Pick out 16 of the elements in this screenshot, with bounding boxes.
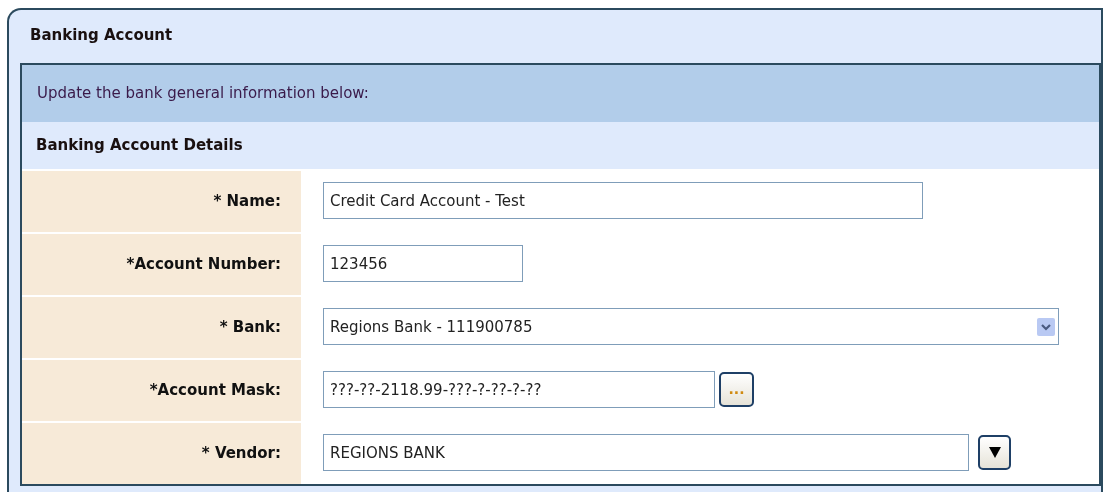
- field-label: * Bank:: [22, 295, 301, 358]
- text-field[interactable]: REGIONS BANK: [323, 434, 969, 471]
- chevron-down-icon: [1037, 317, 1055, 336]
- panel-title: Banking Account: [29, 25, 174, 46]
- text-field[interactable]: Credit Card Account - Test: [323, 182, 923, 219]
- section-title: Banking Account Details: [22, 122, 1099, 169]
- field-label: * Vendor:: [22, 421, 301, 484]
- triangle-down-icon: [988, 447, 1001, 458]
- dropdown-button[interactable]: [978, 435, 1011, 470]
- field-label: *Account Mask:: [22, 358, 301, 421]
- info-text: Update the bank general information below:: [22, 65, 1099, 122]
- field-label: * Name:: [22, 169, 301, 232]
- text-field[interactable]: ???-??-2118.99-???-?-??-?-??: [323, 371, 715, 408]
- field-label: *Account Number:: [22, 232, 301, 295]
- dropdown-field[interactable]: Regions Bank - 111900785: [323, 308, 1059, 345]
- text-field[interactable]: 123456: [323, 245, 523, 282]
